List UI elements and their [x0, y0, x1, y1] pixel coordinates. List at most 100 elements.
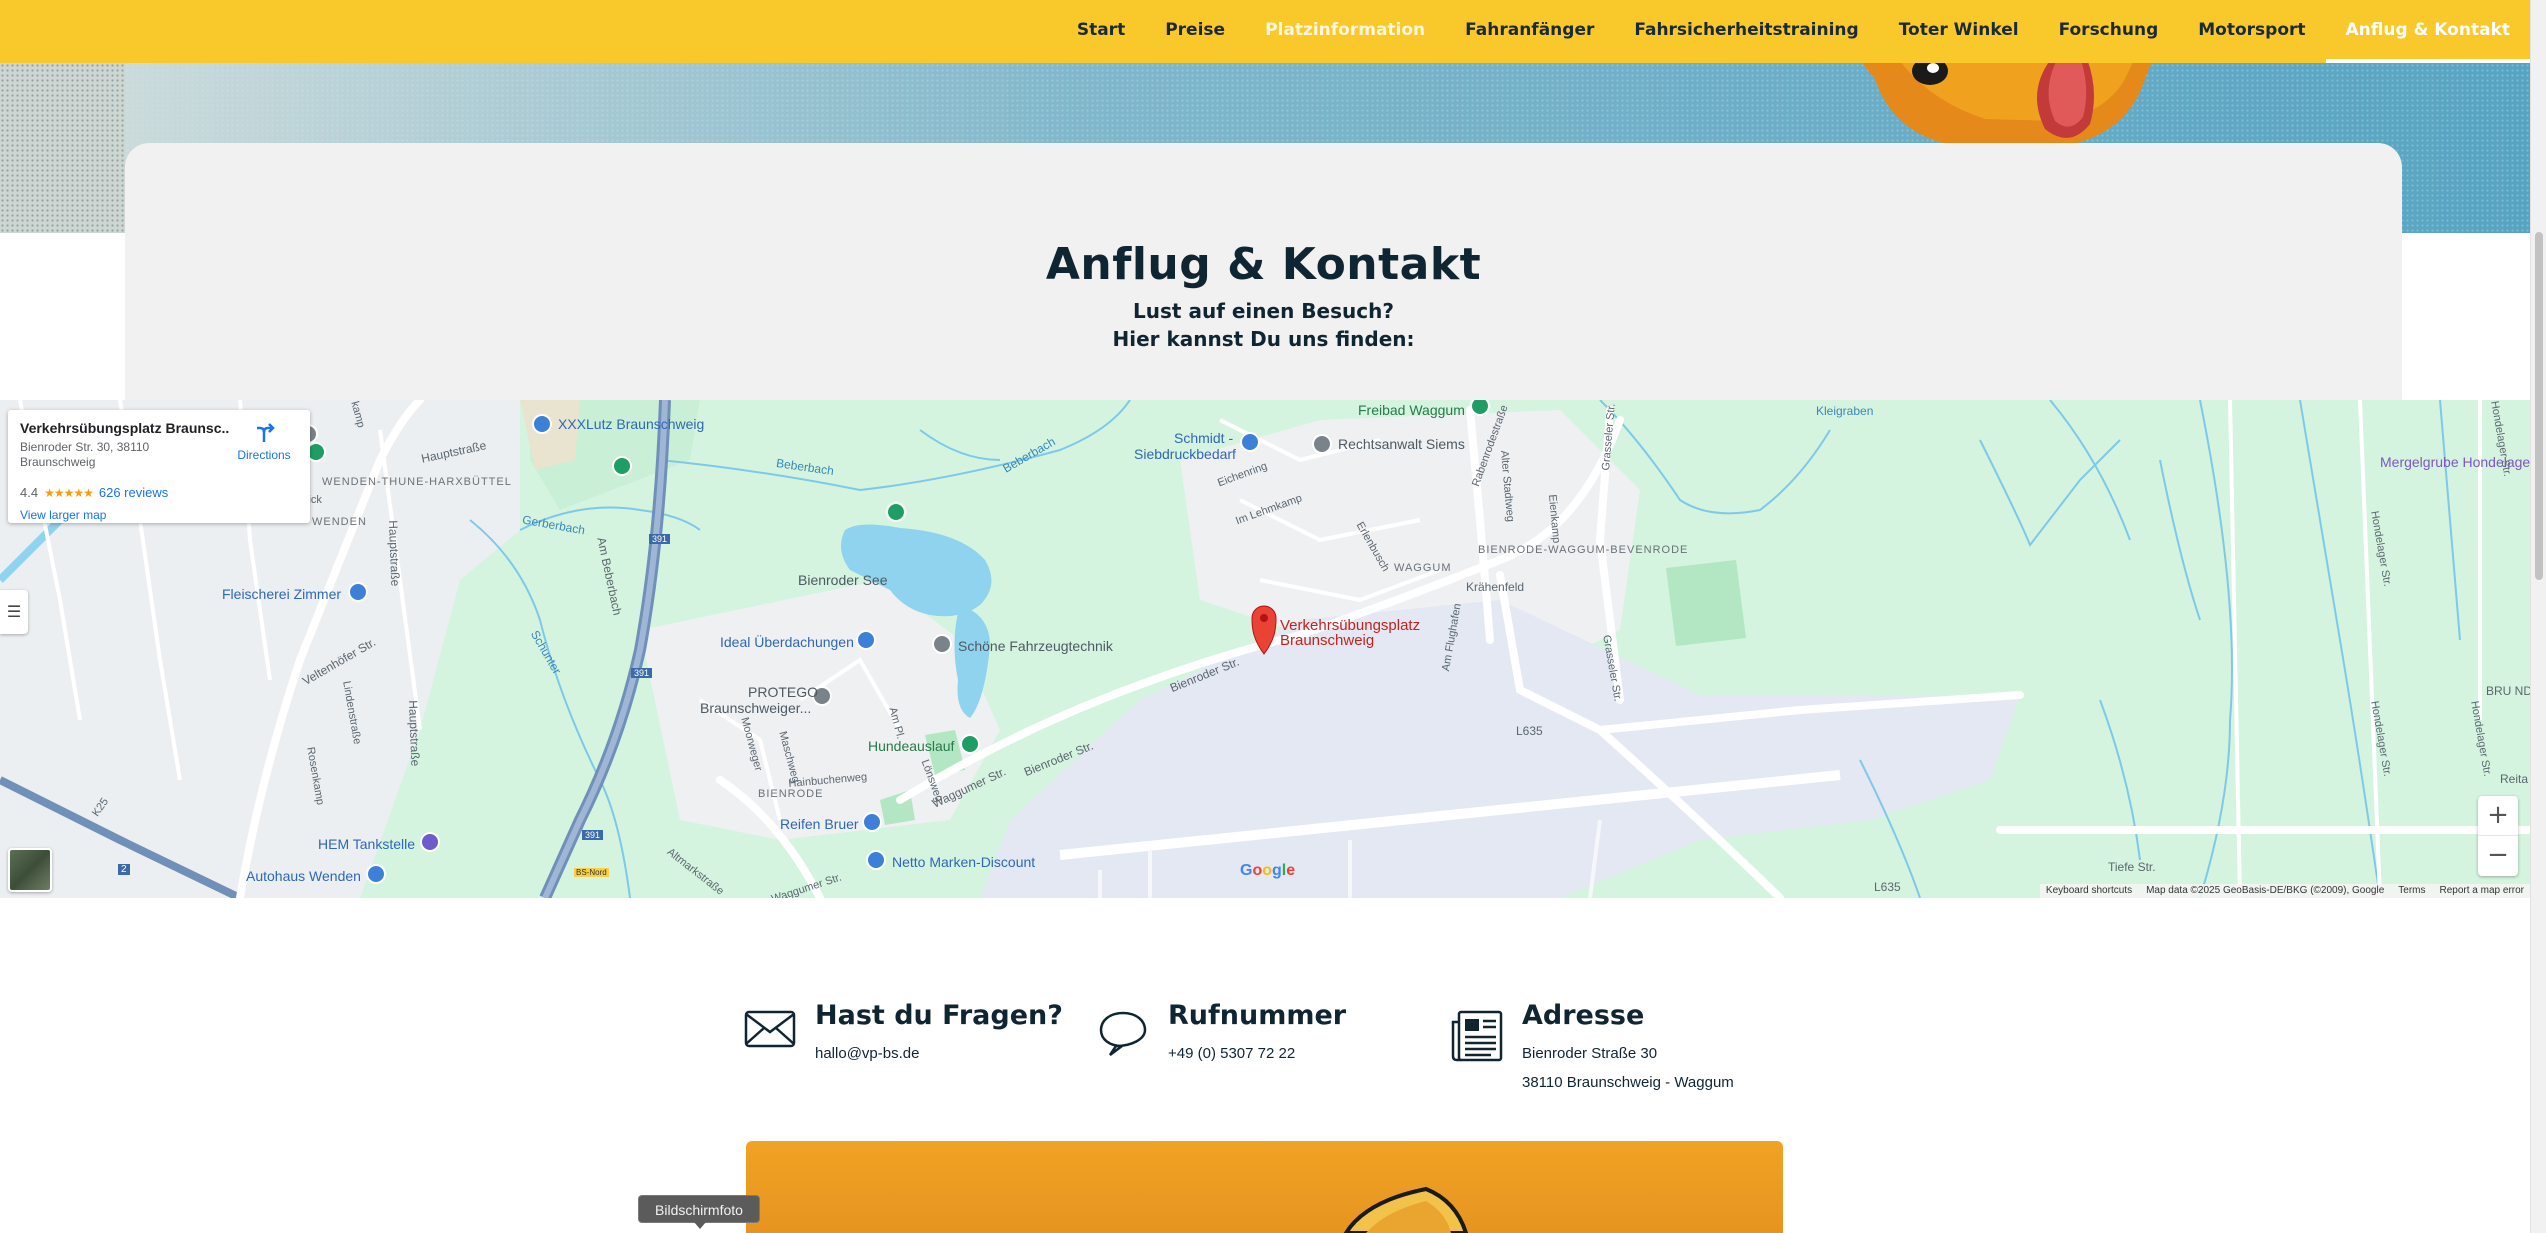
screenshot-tooltip: Bildschirmfoto [638, 1195, 760, 1229]
contact-questions: Hast du Fragen? hallo@vp-bs.de [815, 1000, 1063, 1062]
mascot-illustration [1859, 59, 2153, 147]
map-label-schmidt-1: Schmidt - [1174, 430, 1234, 446]
map-label-kraehenfeld: Krähenfeld [1466, 580, 1525, 594]
rating-value: 4.4 [20, 485, 39, 500]
nav-item-anflug-kontakt[interactable]: Anflug & Kontakt [2325, 0, 2530, 63]
fleischerei-poi-icon[interactable] [348, 582, 368, 602]
page-scrollbar[interactable] [2530, 0, 2546, 1233]
contact-phone: Rufnummer +49 (0) 5307 72 22 [1168, 1000, 1346, 1062]
map-label-kreuz: BS-Nord [574, 868, 609, 877]
speech-bubble-icon [1099, 1011, 1147, 1056]
autohaus-poi-icon[interactable] [366, 864, 386, 884]
contact-phone-number[interactable]: +49 (0) 5307 72 22 [1168, 1045, 1346, 1062]
contact-address: Adresse Bienroder Straße 30 38110 Brauns… [1522, 1000, 1734, 1091]
questions-heading: Hast du Fragen? [815, 1000, 1063, 1031]
zoom-out-button[interactable]: − [2478, 836, 2518, 876]
nav-item-platzinformation[interactable]: Platzinformation [1245, 0, 1445, 63]
nav-item-motorsport[interactable]: Motorsport [2178, 0, 2325, 63]
map-label-a2: 2 [118, 864, 130, 875]
bienroder-see-poi-icon[interactable] [886, 502, 906, 522]
directions-icon [257, 423, 275, 442]
map-label-hem: HEM Tankstelle [318, 836, 416, 852]
schoene-poi-icon[interactable] [932, 634, 952, 654]
place-address: Bienroder Str. 30, 38110 Braunschweig [20, 440, 210, 470]
address-city: 38110 Braunschweig - Waggum [1522, 1074, 1734, 1091]
map-label-hauptstrasse-3: Hauptstraße [406, 700, 423, 767]
rating-stars-icon: ★★★★★ [44, 485, 94, 500]
newspaper-icon [1451, 1010, 1503, 1062]
map-label-ideal: Ideal Überdachungen [720, 634, 854, 650]
map-label-l635-b: L635 [1874, 880, 1901, 894]
map-label-xxxlutz: XXXLutz Braunschweig [558, 416, 705, 432]
green-poi-icon[interactable] [612, 456, 632, 476]
hem-poi-icon[interactable] [420, 832, 440, 852]
map-label-a391-c: 391 [582, 830, 604, 840]
map-label-a391-a: 391 [649, 534, 671, 544]
map-label-l635-a: L635 [1516, 724, 1543, 738]
xxxlutz-poi-icon[interactable] [532, 414, 552, 434]
report-map-error-link[interactable]: Report a map error [2440, 884, 2524, 898]
keyboard-shortcuts-link[interactable]: Keyboard shortcuts [2046, 884, 2132, 898]
satellite-toggle-thumbnail[interactable] [8, 848, 52, 892]
page-title: Anflug & Kontakt [1045, 239, 1482, 290]
view-larger-map-link[interactable]: View larger map [20, 508, 106, 522]
phone-heading: Rufnummer [1168, 1000, 1347, 1031]
rechtsanwalt-poi-icon[interactable] [1312, 434, 1332, 454]
nav-item-start[interactable]: Start [1057, 0, 1145, 63]
hundeauslauf-poi-icon[interactable] [960, 734, 980, 754]
map-label-autohaus: Autohaus Wenden [246, 868, 361, 884]
address-heading: Adresse [1522, 1000, 1645, 1031]
nav-item-fahrsicherheitstraining[interactable]: Fahrsicherheitstraining [1614, 0, 1878, 63]
map-label-bienrode-waggum: BIENRODE-WAGGUM-BEVENRODE [1478, 544, 1689, 556]
map-label-protego-1: PROTEGO [748, 684, 819, 700]
nav-item-preise[interactable]: Preise [1145, 0, 1245, 63]
yellow-teaser-image [746, 1141, 1783, 1233]
map-label-waggum: WAGGUM [1394, 562, 1452, 574]
place-address-line2: Braunschweig [20, 455, 96, 469]
map-label-hauptstrasse-2: Hauptstraße [386, 520, 403, 587]
terms-link[interactable]: Terms [2398, 884, 2425, 898]
place-address-line1: Bienroder Str. 30, 38110 [20, 440, 150, 454]
map-label-hundeauslauf: Hundeauslauf [868, 738, 955, 754]
page-subtitle-line2: Hier kannst Du uns finden: [1112, 327, 1415, 351]
teaser-emblem [1343, 1186, 1469, 1233]
reviews-link[interactable]: 626 reviews [99, 485, 168, 500]
top-navigation: Start Preise Platzinformation Fahranfäng… [0, 0, 2530, 63]
nav-item-fahranfaenger[interactable]: Fahranfänger [1445, 0, 1614, 63]
nav-item-forschung[interactable]: Forschung [2039, 0, 2179, 63]
marker-label-line1[interactable]: Verkehrsübungsplatz [1280, 618, 1420, 633]
directions-button[interactable]: Directions [236, 422, 292, 462]
nav-menu: Start Preise Platzinformation Fahranfäng… [1057, 0, 2530, 63]
marker-label-line2[interactable]: Braunschweig [1280, 633, 1374, 648]
zoom-in-button[interactable]: + [2478, 796, 2518, 836]
netto-poi-icon[interactable] [866, 850, 886, 870]
map-label-freibad: Freibad Waggum [1358, 402, 1465, 418]
map-label-kleigraben: Kleigraben [1816, 404, 1874, 418]
map-label-schoene: Schöne Fahrzeugtechnik [958, 638, 1113, 654]
map-legend-toggle-icon[interactable]: ☰ [0, 590, 28, 634]
ideal-poi-icon[interactable] [856, 630, 876, 650]
place-rating: 4.4 ★★★★★ 626 reviews [20, 485, 168, 500]
contact-email-link[interactable]: hallo@vp-bs.de [815, 1045, 1063, 1062]
map-label-wenden-harx: WENDEN-THUNE-HARXBÜTTEL [322, 476, 512, 488]
map-label-wenden: WENDEN [312, 516, 367, 528]
schmidt-poi-icon[interactable] [1240, 432, 1260, 452]
map-label-netto: Netto Marken-Discount [892, 854, 1036, 870]
map-label-reifen: Reifen Bruer [780, 816, 859, 832]
zoom-control: + − [2478, 796, 2518, 876]
google-map[interactable]: Freibad Waggum Kleigraben Mergelgrube Ho… [0, 400, 2530, 898]
map-place-card: Verkehrsübungsplatz Braunsc... Bienroder… [8, 410, 310, 523]
scrollbar-thumb[interactable] [2535, 232, 2543, 580]
map-base-layer [0, 400, 2530, 898]
map-label-schmidt-2: Siebdruckbedarf [1134, 446, 1236, 462]
reifen-poi-icon[interactable] [862, 812, 882, 832]
google-logo: Google [1240, 862, 1296, 879]
map-label-protego-2: Braunschweiger... [700, 700, 812, 716]
hero-halftone-left [0, 63, 125, 233]
map-label-rechtsanwalt: Rechtsanwalt Siems [1338, 436, 1465, 452]
nav-item-toter-winkel[interactable]: Toter Winkel [1879, 0, 2039, 63]
map-label-fleischerei: Fleischerei Zimmer [222, 586, 342, 602]
map-label-bru-nd: BRU ND [2486, 684, 2530, 698]
map-label-tiefe-str: Tiefe Str. [2108, 860, 2156, 874]
map-label-bienroder-see: Bienroder See [798, 572, 888, 588]
